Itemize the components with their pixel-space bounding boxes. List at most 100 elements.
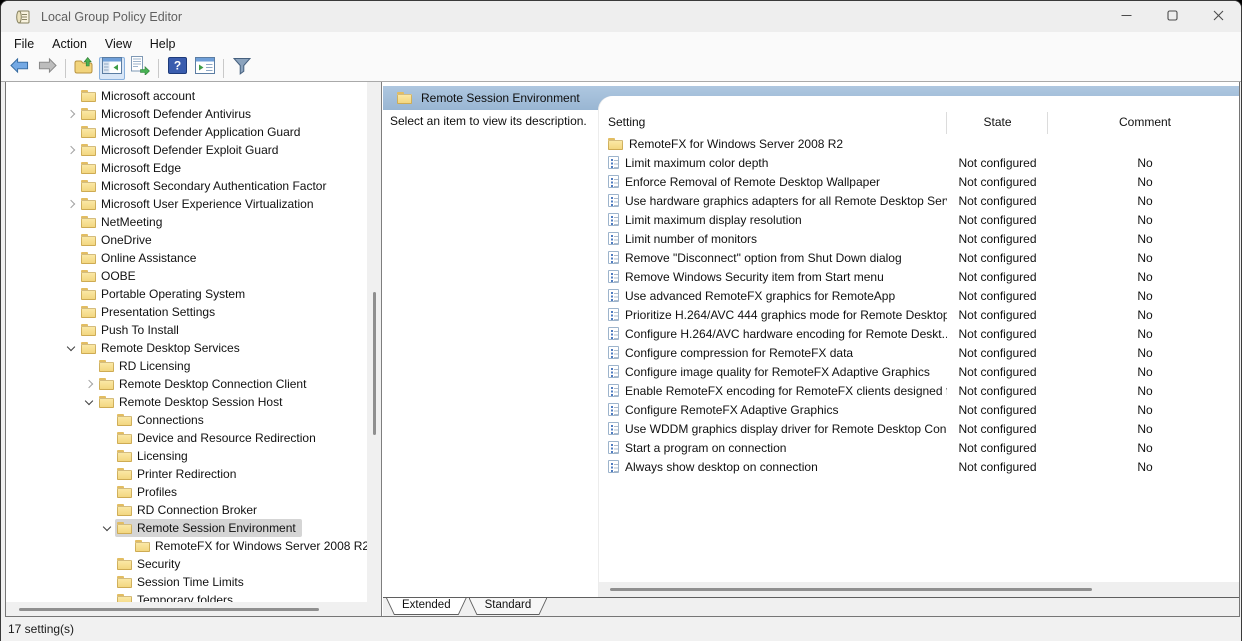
setting-cell[interactable]: Remove "Disconnect" option from Shut Dow… bbox=[599, 251, 947, 265]
tree-item-core[interactable]: NetMeeting bbox=[79, 213, 168, 231]
chevron-down-icon[interactable] bbox=[63, 340, 79, 356]
tree-item-core[interactable]: Profiles bbox=[115, 483, 183, 501]
console-tree-toggle-button[interactable] bbox=[99, 57, 125, 80]
settings-list-row[interactable]: Configure H.264/AVC hardware encoding fo… bbox=[599, 324, 1239, 343]
chevron-down-icon[interactable] bbox=[81, 394, 97, 410]
tree-item-core[interactable]: Temporary folders bbox=[115, 591, 239, 602]
setting-cell[interactable]: Always show desktop on connection bbox=[599, 460, 947, 474]
tree-item-core[interactable]: Licensing bbox=[115, 447, 194, 465]
settings-list-row[interactable]: Configure image quality for RemoteFX Ada… bbox=[599, 362, 1239, 381]
settings-list-row[interactable]: Always show desktop on connectionNot con… bbox=[599, 457, 1239, 476]
tree-item[interactable]: Security bbox=[6, 555, 367, 573]
settings-list-row[interactable]: RemoteFX for Windows Server 2008 R2 bbox=[599, 134, 1239, 153]
tree-vertical-scrollbar-thumb[interactable] bbox=[373, 292, 376, 435]
tree-item[interactable]: Remote Session Environment bbox=[6, 519, 367, 537]
tree-item[interactable]: NetMeeting bbox=[6, 213, 367, 231]
tree-item-core[interactable]: Remote Desktop Session Host bbox=[97, 393, 288, 411]
setting-cell[interactable]: Limit number of monitors bbox=[599, 232, 947, 246]
tree-item[interactable]: Microsoft Defender Antivirus bbox=[6, 105, 367, 123]
maximize-button[interactable] bbox=[1149, 1, 1195, 32]
tree-vertical-scrollbar[interactable] bbox=[367, 82, 381, 602]
setting-cell[interactable]: Use advanced RemoteFX graphics for Remot… bbox=[599, 289, 947, 303]
tree-horizontal-scrollbar[interactable] bbox=[6, 602, 381, 616]
setting-cell[interactable]: Configure RemoteFX Adaptive Graphics bbox=[599, 403, 947, 417]
tree-item[interactable]: Session Time Limits bbox=[6, 573, 367, 591]
back-button[interactable] bbox=[6, 57, 32, 80]
tree-item[interactable]: Microsoft Secondary Authentication Facto… bbox=[6, 177, 367, 195]
tree-item[interactable]: Device and Resource Redirection bbox=[6, 429, 367, 447]
chevron-right-icon[interactable] bbox=[81, 376, 97, 392]
tree-item-core[interactable]: OneDrive bbox=[79, 231, 158, 249]
settings-list-row[interactable]: Remove Windows Security item from Start … bbox=[599, 267, 1239, 286]
setting-cell[interactable]: Start a program on connection bbox=[599, 441, 947, 455]
tree-item[interactable]: RD Connection Broker bbox=[6, 501, 367, 519]
setting-cell[interactable]: Enforce Removal of Remote Desktop Wallpa… bbox=[599, 175, 947, 189]
tree-item-core[interactable]: Push To Install bbox=[79, 321, 185, 339]
setting-cell[interactable]: Configure compression for RemoteFX data bbox=[599, 346, 947, 360]
chevron-right-icon[interactable] bbox=[63, 106, 79, 122]
setting-cell[interactable]: Use WDDM graphics display driver for Rem… bbox=[599, 422, 947, 436]
tree-item[interactable]: Connections bbox=[6, 411, 367, 429]
close-button[interactable] bbox=[1195, 1, 1241, 32]
tree-item-core[interactable]: Microsoft Secondary Authentication Facto… bbox=[79, 177, 332, 195]
tree-item-core[interactable]: Device and Resource Redirection bbox=[115, 429, 322, 447]
tree-item-core[interactable]: Microsoft Defender Application Guard bbox=[79, 123, 306, 141]
tree-item[interactable]: Microsoft account bbox=[6, 87, 367, 105]
tree-item[interactable]: Presentation Settings bbox=[6, 303, 367, 321]
tree-item[interactable]: Portable Operating System bbox=[6, 285, 367, 303]
settings-list-row[interactable]: Limit number of monitorsNot configuredNo bbox=[599, 229, 1239, 248]
settings-list-row[interactable]: Limit maximum display resolutionNot conf… bbox=[599, 210, 1239, 229]
tree-horizontal-scrollbar-thumb[interactable] bbox=[19, 608, 319, 611]
tree-item[interactable]: Microsoft Defender Exploit Guard bbox=[6, 141, 367, 159]
tree-item[interactable]: RemoteFX for Windows Server 2008 R2 bbox=[6, 537, 367, 555]
column-header-setting[interactable]: Setting bbox=[608, 115, 645, 129]
setting-cell[interactable]: Configure H.264/AVC hardware encoding fo… bbox=[599, 327, 947, 341]
settings-list-row[interactable]: Configure compression for RemoteFX dataN… bbox=[599, 343, 1239, 362]
tree-item-core[interactable]: Connections bbox=[115, 411, 210, 429]
menu-action[interactable]: Action bbox=[43, 34, 96, 54]
tree-item[interactable]: Licensing bbox=[6, 447, 367, 465]
tree-item[interactable]: Microsoft Defender Application Guard bbox=[6, 123, 367, 141]
setting-cell[interactable]: RemoteFX for Windows Server 2008 R2 bbox=[599, 137, 947, 151]
setting-cell[interactable]: Prioritize H.264/AVC 444 graphics mode f… bbox=[599, 308, 947, 322]
column-header-state[interactable]: State bbox=[947, 115, 1048, 129]
tree-item-core[interactable]: Remote Desktop Connection Client bbox=[97, 375, 312, 393]
forward-button[interactable] bbox=[34, 57, 60, 80]
chevron-right-icon[interactable] bbox=[63, 142, 79, 158]
filter-button[interactable] bbox=[229, 57, 255, 80]
settings-list-row[interactable]: Remove "Disconnect" option from Shut Dow… bbox=[599, 248, 1239, 267]
column-header-comment[interactable]: Comment bbox=[1048, 115, 1242, 129]
tab-standard[interactable]: Standard bbox=[469, 598, 548, 615]
setting-cell[interactable]: Configure image quality for RemoteFX Ada… bbox=[599, 365, 947, 379]
tree-item-core[interactable]: Microsoft Defender Exploit Guard bbox=[79, 141, 284, 159]
tree-item-core[interactable]: Microsoft account bbox=[79, 87, 201, 105]
setting-cell[interactable]: Enable RemoteFX encoding for RemoteFX cl… bbox=[599, 384, 947, 398]
tree-item-core[interactable]: Microsoft Edge bbox=[79, 159, 187, 177]
menu-help[interactable]: Help bbox=[141, 34, 185, 54]
export-list-button[interactable] bbox=[127, 57, 153, 80]
tree-item-core[interactable]: Session Time Limits bbox=[115, 573, 250, 591]
tree-item-core[interactable]: RD Connection Broker bbox=[115, 501, 263, 519]
settings-list-row[interactable]: Enable RemoteFX encoding for RemoteFX cl… bbox=[599, 381, 1239, 400]
up-one-level-button[interactable] bbox=[71, 57, 97, 80]
tree-item[interactable]: Online Assistance bbox=[6, 249, 367, 267]
list-horizontal-scrollbar[interactable] bbox=[599, 582, 1239, 597]
tree-item[interactable]: Temporary folders bbox=[6, 591, 367, 602]
tree-item[interactable]: Microsoft User Experience Virtualization bbox=[6, 195, 367, 213]
setting-cell[interactable]: Remove Windows Security item from Start … bbox=[599, 270, 947, 284]
list-horizontal-scrollbar-thumb[interactable] bbox=[610, 588, 1092, 591]
tree-item-core[interactable]: Printer Redirection bbox=[115, 465, 242, 483]
minimize-button[interactable] bbox=[1103, 1, 1149, 32]
tree-item-core[interactable]: Online Assistance bbox=[79, 249, 202, 267]
menu-file[interactable]: File bbox=[5, 34, 43, 54]
tree-item-core[interactable]: Microsoft User Experience Virtualization bbox=[79, 195, 320, 213]
tree-item-core[interactable]: Remote Desktop Services bbox=[79, 339, 246, 357]
tree-item[interactable]: OOBE bbox=[6, 267, 367, 285]
tab-extended[interactable]: Extended bbox=[386, 598, 467, 615]
help-button[interactable]: ? bbox=[164, 57, 190, 80]
chevron-right-icon[interactable] bbox=[63, 196, 79, 212]
tree-item[interactable]: Remote Desktop Services bbox=[6, 339, 367, 357]
tree-item[interactable]: OneDrive bbox=[6, 231, 367, 249]
tree-item[interactable]: Push To Install bbox=[6, 321, 367, 339]
tree-item-core[interactable]: Remote Session Environment bbox=[115, 519, 302, 537]
